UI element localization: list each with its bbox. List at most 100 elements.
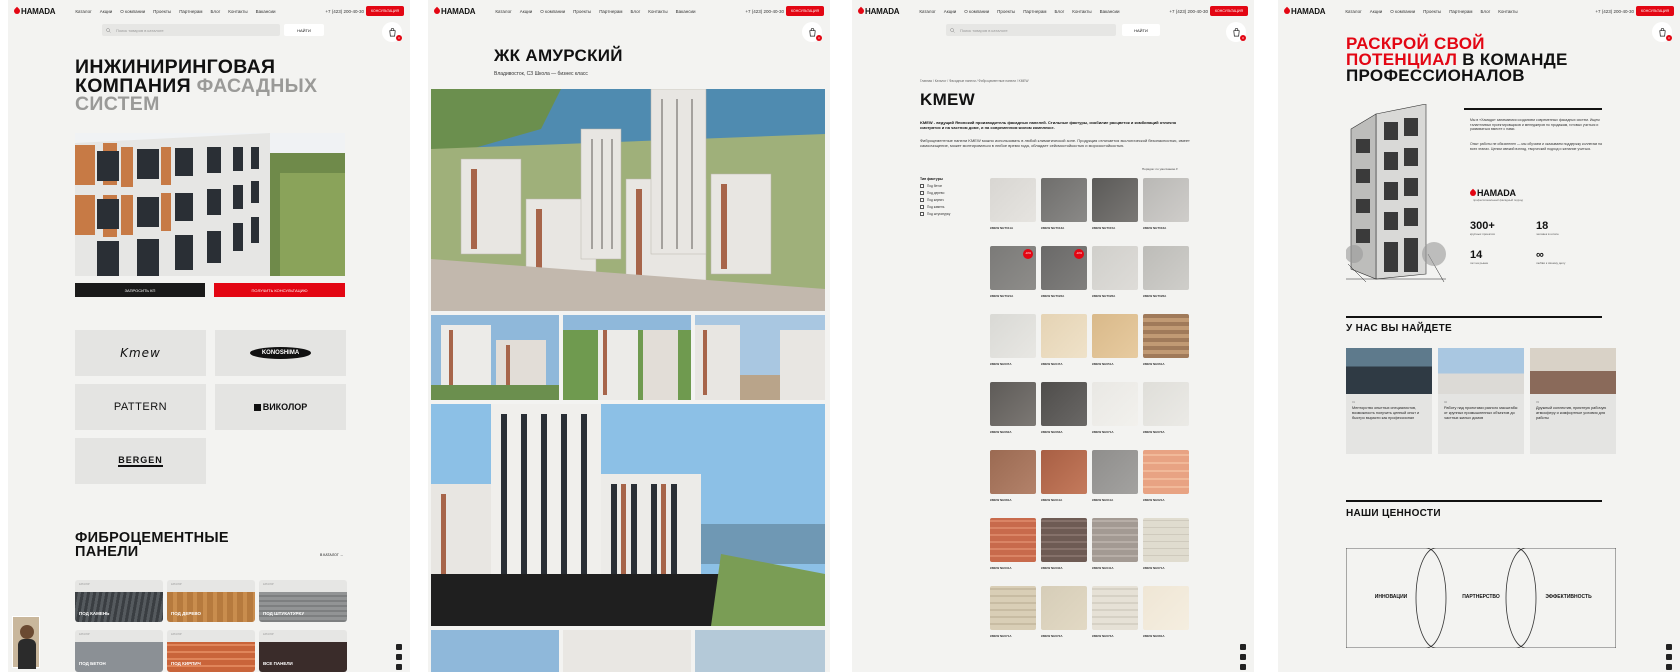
product-card[interactable]: КМЕW NH081A [1143, 586, 1189, 646]
product-card[interactable]: КМЕW NH072A [1041, 586, 1087, 646]
nav-link[interactable]: Акции [100, 9, 113, 14]
product-card[interactable]: КМЕW NH071A [1092, 382, 1138, 442]
product-card[interactable]: КМЕW NH071A [1143, 518, 1189, 578]
filter-option[interactable]: Под кирпич [920, 198, 950, 202]
nav-link[interactable]: Каталог [75, 9, 91, 14]
product-card[interactable]: КМЕW NHT026A [1092, 246, 1138, 306]
checkbox[interactable] [920, 191, 924, 195]
filter-option[interactable]: Под камень [920, 205, 950, 209]
consult-button[interactable]: КОНСУЛЬТАЦИЯ [1210, 6, 1248, 16]
nav-link[interactable]: Партнерам [1449, 9, 1472, 14]
project-photo-thumb-2[interactable] [563, 315, 691, 400]
cart-button[interactable]: 0 [1652, 22, 1672, 42]
nav-link[interactable]: Вакансии [676, 9, 696, 14]
consult-button[interactable]: КОНСУЛЬТАЦИЯ [366, 6, 404, 16]
project-photo-thumb-1[interactable] [431, 315, 559, 400]
nav-link[interactable]: Акции [1370, 9, 1383, 14]
product-card[interactable]: КМЕW NH047A [1041, 314, 1087, 374]
whatsapp-icon[interactable] [396, 654, 402, 660]
nav-link[interactable]: Контакты [1498, 9, 1517, 14]
search-input[interactable]: Поиск товаров в каталоге [102, 24, 280, 36]
category-card-stone[interactable]: КАТАЛОГ ПОД КАМЕНЬ [75, 580, 163, 622]
cart-button[interactable]: 0 [382, 22, 402, 42]
nav-link[interactable]: Вакансии [1100, 9, 1120, 14]
checkbox[interactable] [920, 198, 924, 202]
nav-link[interactable]: Блог [630, 9, 640, 14]
nav-link[interactable]: Каталог [495, 9, 511, 14]
nav-link[interactable]: Каталог [1345, 9, 1361, 14]
product-card[interactable]: КМЕW NH061A [1143, 314, 1189, 374]
product-card[interactable]: КМЕW NH032A [1041, 518, 1087, 578]
product-card[interactable]: КМЕW NH031A [990, 518, 1036, 578]
category-card-wood[interactable]: КАТАЛОГ ПОД ДЕРЕВО [167, 580, 255, 622]
telegram-icon[interactable] [396, 644, 402, 650]
project-photo-street[interactable] [431, 404, 825, 626]
category-card-concrete[interactable]: КАТАЛОГ ПОД БЕТОН [75, 630, 163, 672]
checkbox[interactable] [920, 212, 924, 216]
product-card[interactable]: КМЕW NH021A [1143, 450, 1189, 510]
nav-link[interactable]: Каталог [919, 9, 935, 14]
nav-link[interactable]: О компании [540, 9, 565, 14]
product-card[interactable]: КМЕW NH041A [1092, 518, 1138, 578]
product-card[interactable]: КМЕW NHT022A -10% [1041, 246, 1087, 306]
project-photo-thumb-4[interactable] [431, 630, 559, 672]
category-card-brick[interactable]: КАТАЛОГ ПОД КИРПИЧ [167, 630, 255, 672]
product-card[interactable]: КМЕW NH073A [1143, 382, 1189, 442]
product-card[interactable]: КМЕW NH063A [1041, 382, 1087, 442]
product-card[interactable]: КМЕW NHT016A [1143, 178, 1189, 238]
nav-link[interactable]: Блог [1054, 9, 1064, 14]
nav-link[interactable]: Проекты [1423, 9, 1441, 14]
checkbox[interactable] [920, 184, 924, 188]
nav-link[interactable]: Акции [520, 9, 533, 14]
product-card[interactable]: КМЕW NHT026A [1143, 246, 1189, 306]
nav-link[interactable]: Партнерам [179, 9, 202, 14]
filter-option[interactable]: Под дерево [920, 191, 950, 195]
logo[interactable]: HAMADA [12, 7, 56, 16]
nav-link[interactable]: Партнерам [599, 9, 622, 14]
vk-icon[interactable] [1240, 664, 1246, 670]
nav-link[interactable]: О компании [1390, 9, 1415, 14]
product-card[interactable]: КМЕW NH081A [990, 450, 1036, 510]
nav-link[interactable]: Вакансии [256, 9, 276, 14]
category-card-all[interactable]: КАТАЛОГ ВСЕ ПАНЕЛИ [259, 630, 347, 672]
phone-link[interactable]: +7 (423) 200-40-30 [1595, 9, 1634, 14]
nav-link[interactable]: Контакты [228, 9, 247, 14]
product-card[interactable]: КМЕW NH011A [1092, 450, 1138, 510]
product-card[interactable]: КМЕW NHT015A [1092, 178, 1138, 238]
catalog-link[interactable]: В КАТАЛОГ → [320, 553, 343, 557]
search-button[interactable]: НАЙТИ [284, 24, 324, 36]
vk-icon[interactable] [1666, 664, 1672, 670]
nav-link[interactable]: Проекты [573, 9, 591, 14]
search-button[interactable]: НАЙТИ [1122, 24, 1160, 36]
project-photo-thumb-3[interactable] [695, 315, 825, 400]
logo[interactable]: HAMADA [432, 7, 476, 16]
request-quote-button[interactable]: ЗАПРОСИТЬ КП [75, 283, 205, 297]
search-input[interactable]: Поиск товаров в каталоге [946, 24, 1116, 36]
cart-button[interactable]: 0 [1226, 22, 1246, 42]
nav-link[interactable]: Проекты [153, 9, 171, 14]
project-photo-aerial[interactable] [431, 89, 825, 311]
phone-link[interactable]: +7 (423) 200-40-30 [1169, 9, 1208, 14]
nav-link[interactable]: Контакты [1072, 9, 1091, 14]
whatsapp-icon[interactable] [1240, 654, 1246, 660]
nav-link[interactable]: Контакты [648, 9, 667, 14]
product-card[interactable]: КМЕW NHT013A [1041, 178, 1087, 238]
vk-icon[interactable] [396, 664, 402, 670]
product-card[interactable]: КМЕW NH062A [990, 382, 1036, 442]
telegram-icon[interactable] [1666, 644, 1672, 650]
project-photo-thumb-6[interactable] [695, 630, 825, 672]
logo[interactable]: HAMADA [1282, 7, 1326, 16]
category-card-plaster[interactable]: КАТАЛОГ ПОД ШТУКАТУРКУ [259, 580, 347, 622]
nav-link[interactable]: Блог [210, 9, 220, 14]
whatsapp-icon[interactable] [1666, 654, 1672, 660]
filter-option[interactable]: Под штукатурку [920, 212, 950, 216]
phone-link[interactable]: +7 (423) 200-40-30 [745, 9, 784, 14]
nav-link[interactable]: Партнерам [1023, 9, 1046, 14]
product-card[interactable]: КМЕW NH051A [1092, 314, 1138, 374]
telegram-icon[interactable] [1240, 644, 1246, 650]
chat-avatar-widget[interactable] [12, 616, 40, 669]
logo[interactable]: HAMADA [856, 7, 900, 16]
filter-option[interactable]: Под бетон [920, 184, 950, 188]
phone-link[interactable]: +7 (423) 200-40-30 [325, 9, 364, 14]
product-card[interactable]: КМЕW NHT011A [990, 178, 1036, 238]
